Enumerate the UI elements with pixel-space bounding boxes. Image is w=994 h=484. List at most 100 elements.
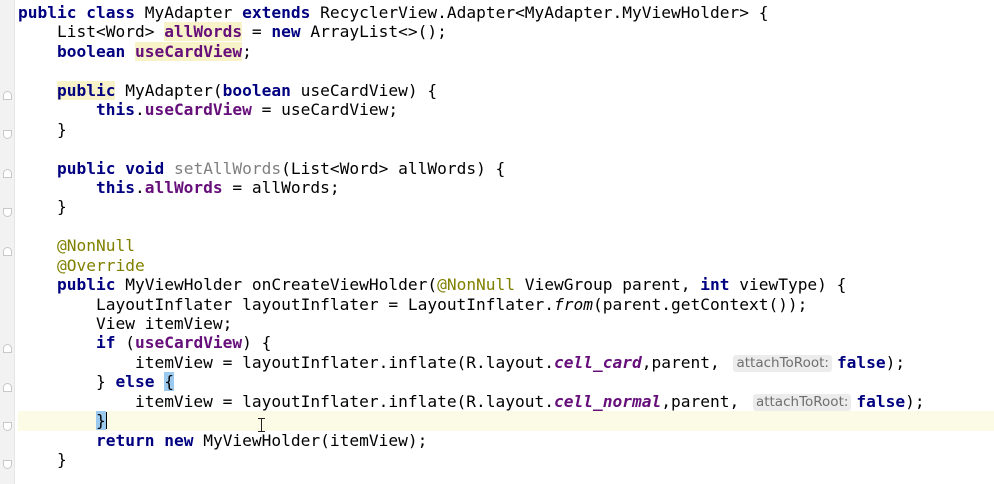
- code-line[interactable]: public class MyAdapter extends RecyclerV…: [18, 3, 994, 22]
- keyword: public: [18, 3, 77, 22]
- field-use-card-view: useCardView: [134, 41, 243, 61]
- statement: itemView = layoutInflater.inflate(R.layo…: [134, 352, 555, 372]
- code-line[interactable]: boolean useCardView;: [18, 41, 994, 61]
- statement: LayoutInflater layoutInflater = LayoutIn…: [95, 294, 555, 314]
- code-line[interactable]: this.useCardView = useCardView;: [18, 100, 994, 119]
- punctuation: (: [115, 333, 135, 353]
- keyword: false: [856, 391, 906, 411]
- code-line[interactable]: public MyAdapter(boolean useCardView) {: [18, 80, 994, 100]
- code-line[interactable]: }: [18, 450, 994, 469]
- brace: }: [56, 197, 67, 217]
- statement: ,parent,: [641, 352, 730, 372]
- parameter: useCardView) {: [290, 80, 438, 100]
- keyword: false: [836, 352, 886, 372]
- matched-brace: }: [95, 411, 106, 431]
- code-line[interactable]: @NonNull: [18, 236, 994, 255]
- fold-collapse-icon[interactable]: [3, 91, 12, 100]
- code-line[interactable]: }: [18, 120, 994, 139]
- code-line[interactable]: public MyViewHolder onCreateViewHolder(@…: [18, 275, 994, 294]
- keyword: extends: [242, 3, 311, 22]
- punctuation: ) {: [242, 333, 272, 353]
- operator: =: [242, 22, 272, 42]
- fold-end-icon[interactable]: [3, 130, 12, 139]
- field-use-card-view: useCardView: [144, 100, 252, 120]
- punctuation: );: [905, 391, 925, 411]
- brace: }: [56, 119, 67, 139]
- keyword: public: [56, 158, 116, 178]
- punctuation: .: [134, 177, 145, 197]
- code-line[interactable]: List<Word> allWords = new ArrayList<>();: [18, 22, 994, 42]
- code-line[interactable]: [18, 61, 994, 80]
- matched-brace: {: [164, 372, 174, 392]
- fold-end-icon[interactable]: [3, 208, 12, 217]
- keyword: this: [95, 100, 135, 120]
- punctuation: );: [885, 352, 906, 372]
- superclass: RecyclerView.Adapter<MyAdapter.MyViewHol…: [310, 3, 769, 22]
- code-line[interactable]: if (useCardView) {: [18, 333, 994, 352]
- punctuation: ;: [242, 41, 252, 61]
- brace: }: [95, 372, 116, 392]
- resource-id: cell_card: [554, 352, 642, 372]
- keyword: if: [95, 333, 116, 353]
- fold-collapse-icon[interactable]: [3, 169, 12, 178]
- statement: ,parent,: [661, 391, 749, 411]
- fold-collapse-icon[interactable]: [3, 383, 12, 392]
- current-code-line[interactable]: }: [18, 411, 994, 431]
- code-line[interactable]: [18, 139, 994, 158]
- statement: (parent.getContext());: [593, 294, 808, 314]
- brace: }: [56, 450, 67, 470]
- code-line[interactable]: this.allWords = allWords;: [18, 178, 994, 197]
- fold-collapse-icon[interactable]: [3, 247, 12, 256]
- field-all-words: allWords: [144, 177, 223, 197]
- code-line[interactable]: public void setAllWords(List<Word> allWo…: [18, 159, 994, 178]
- method-signature: MyViewHolder onCreateViewHolder(: [115, 275, 438, 295]
- keyword: this: [95, 177, 135, 197]
- field-all-words: allWords: [164, 22, 243, 42]
- keyword: public: [56, 275, 116, 295]
- constructor-signature: MyAdapter(: [115, 80, 223, 100]
- parameter-hint: attachToRoot:: [733, 354, 832, 372]
- keyword: public: [56, 80, 116, 100]
- code-line[interactable]: itemView = layoutInflater.inflate(R.layo…: [18, 392, 994, 411]
- fold-end-icon[interactable]: [3, 460, 12, 469]
- code-line[interactable]: View itemView;: [18, 314, 994, 333]
- field-use-card-view: useCardView: [134, 333, 243, 353]
- keyword: void: [125, 158, 165, 178]
- method-name: setAllWords: [173, 158, 282, 178]
- keyword: class: [86, 3, 135, 22]
- keyword: new: [271, 22, 301, 42]
- code-line[interactable]: LayoutInflater layoutInflater = LayoutIn…: [18, 295, 994, 314]
- mouse-ibeam-cursor-icon: [258, 418, 265, 432]
- keyword: boolean: [56, 41, 126, 61]
- keyword: new: [164, 430, 194, 450]
- keyword: else: [115, 372, 155, 392]
- code-line[interactable]: @Override: [18, 256, 994, 275]
- code-line[interactable]: [18, 217, 994, 236]
- code-editor[interactable]: public class MyAdapter extends RecyclerV…: [18, 3, 994, 470]
- statement: itemView = layoutInflater.inflate(R.layo…: [134, 391, 555, 411]
- code-line[interactable]: }: [18, 197, 994, 216]
- annotation: @NonNull: [56, 236, 135, 256]
- code-line[interactable]: return new MyViewHolder(itemView);: [18, 431, 994, 450]
- fold-end-icon[interactable]: [3, 422, 12, 431]
- assignment: = allWords;: [222, 177, 340, 197]
- parameters: (List<Word> allWords) {: [281, 158, 506, 178]
- parameter: viewType) {: [729, 275, 847, 295]
- parameter: ViewGroup parent,: [515, 275, 701, 295]
- parameter-hint: attachToRoot:: [752, 393, 852, 411]
- code-line[interactable]: } else {: [18, 372, 994, 392]
- annotation: @NonNull: [437, 275, 516, 295]
- keyword: return: [95, 430, 155, 450]
- editor-gutter: [0, 0, 15, 484]
- static-method: from: [554, 294, 594, 314]
- assignment: = useCardView;: [251, 100, 399, 120]
- type: List<Word>: [56, 22, 165, 42]
- code-line[interactable]: itemView = layoutInflater.inflate(R.layo…: [18, 353, 994, 372]
- keyword: boolean: [222, 80, 291, 100]
- keyword: int: [700, 275, 730, 295]
- fold-collapse-icon[interactable]: [3, 344, 12, 353]
- statement: View itemView;: [95, 314, 233, 333]
- resource-id: cell_normal: [554, 391, 662, 411]
- annotation: @Override: [56, 255, 145, 275]
